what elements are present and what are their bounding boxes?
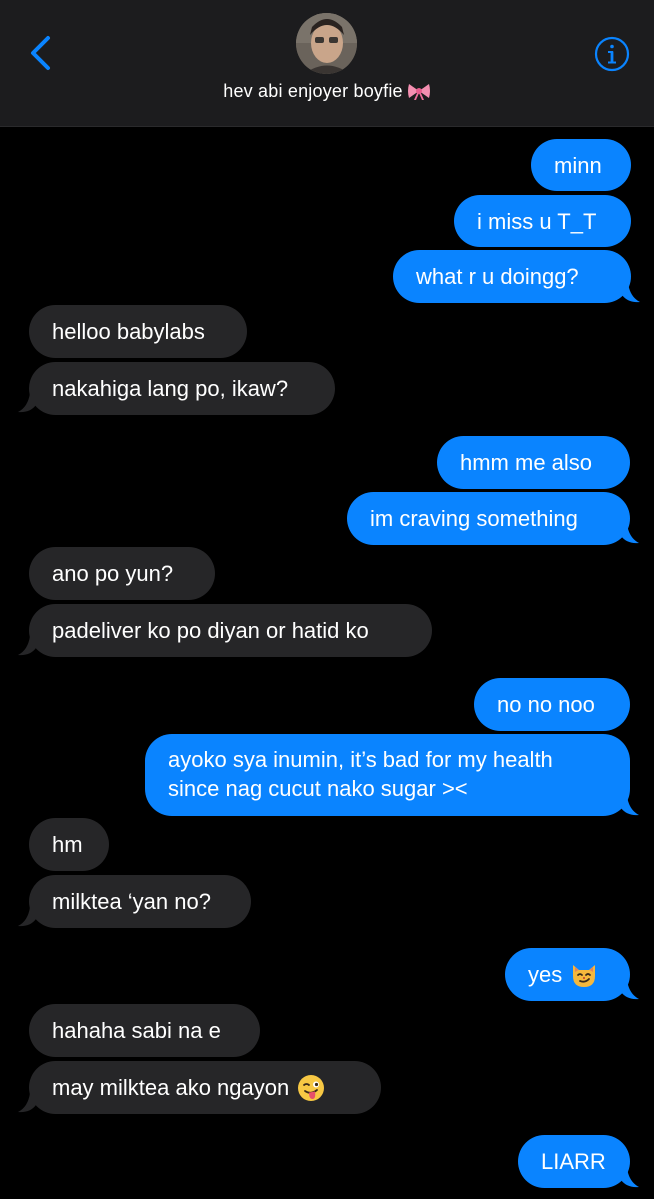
sent-message-bubble[interactable]: minn	[531, 139, 631, 191]
conversation-header: hev abi enjoyer boyfie	[0, 0, 654, 127]
message-text: minn	[554, 152, 602, 178]
sent-message-bubble[interactable]: no no noo	[474, 678, 630, 731]
message-text: yes	[528, 962, 563, 987]
message-text: no no noo	[497, 692, 595, 717]
message-text: im craving something	[370, 506, 578, 531]
message-text: ayoko sya inumin, it’s bad for my health…	[168, 747, 553, 801]
info-icon	[594, 36, 630, 72]
sent-bubble-tail	[621, 524, 639, 544]
sent-message-bubble[interactable]: ayoko sya inumin, it’s bad for my health…	[145, 734, 630, 816]
chevron-left-icon	[31, 36, 50, 70]
ribbon-bow-icon	[407, 84, 430, 100]
sent-bubble-tail	[622, 283, 640, 303]
contact-avatar[interactable]	[296, 13, 357, 74]
received-message-bubble[interactable]: padeliver ko po diyan or hatid ko	[29, 604, 432, 657]
message-text: hmm me also	[460, 450, 593, 475]
received-message-bubble[interactable]: may milktea ako ngayon	[29, 1061, 381, 1114]
received-bubble-tail	[18, 907, 36, 927]
winking-tongue-emoji	[298, 1074, 325, 1101]
contact-name-text: hev abi enjoyer boyfie	[223, 81, 403, 101]
received-bubble-tail	[18, 636, 36, 656]
message-text: ano po yun?	[52, 561, 174, 586]
received-bubble-tail	[18, 1093, 36, 1113]
back-button[interactable]	[22, 34, 62, 74]
smirk-cat-emoji	[573, 964, 596, 987]
message-text: hahaha sabi na e	[52, 1018, 221, 1043]
message-text: milktea ‘yan no?	[52, 889, 211, 914]
received-bubble-tail	[18, 393, 36, 413]
sent-bubble-tail	[621, 1168, 639, 1188]
message-text: nakahiga lang po, ikaw?	[52, 376, 289, 401]
received-message-bubble[interactable]: ano po yun?	[29, 547, 215, 600]
received-message-bubble[interactable]: nakahiga lang po, ikaw?	[29, 362, 335, 415]
message-text: may milktea ako ngayon	[52, 1075, 290, 1100]
message-text: helloo babylabs	[52, 319, 205, 344]
message-text: what r u doingg?	[416, 264, 579, 289]
message-text: padeliver ko po diyan or hatid ko	[52, 618, 369, 643]
sent-message-bubble[interactable]: yes	[505, 948, 630, 1001]
sent-message-bubble[interactable]: hmm me also	[437, 436, 630, 489]
received-message-bubble[interactable]: helloo babylabs	[29, 305, 247, 358]
received-message-bubble[interactable]: hahaha sabi na e	[29, 1004, 260, 1057]
received-message-bubble[interactable]: hm	[29, 818, 109, 871]
sent-bubble-tail	[621, 980, 639, 1000]
sent-bubble-tail	[621, 796, 639, 816]
message-text: hm	[52, 832, 83, 857]
message-text: i miss u T_T	[477, 208, 597, 234]
info-button[interactable]	[594, 36, 630, 72]
message-text: LIARR	[541, 1149, 606, 1174]
sent-message-bubble[interactable]: i miss u T_T	[454, 195, 631, 247]
sent-message-bubble[interactable]: im craving something	[347, 492, 630, 545]
sent-message-bubble[interactable]: LIARR	[518, 1135, 630, 1188]
received-message-bubble[interactable]: milktea ‘yan no?	[29, 875, 251, 928]
contact-name[interactable]: hev abi enjoyer boyfie	[0, 81, 654, 102]
sent-message-bubble[interactable]: what r u doingg?	[393, 250, 631, 303]
